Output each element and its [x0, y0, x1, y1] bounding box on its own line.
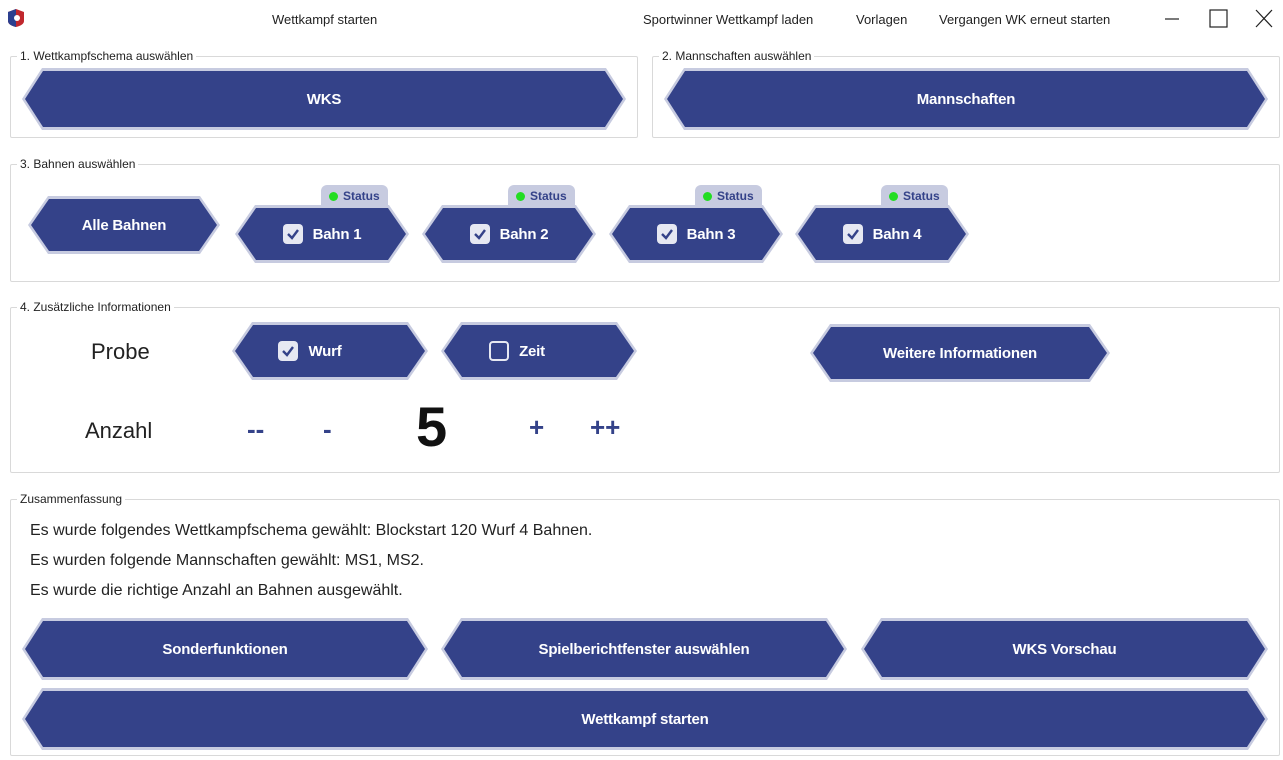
lane-4-label: Bahn 4	[872, 225, 922, 243]
checkbox-checked-icon	[843, 224, 863, 244]
lane-4-toggle[interactable]: Bahn 4	[795, 205, 969, 263]
checkbox-checked-icon	[283, 224, 303, 244]
status-dot-icon	[329, 191, 338, 201]
maximize-icon[interactable]	[1204, 6, 1232, 32]
lane-1-status: Status	[321, 185, 388, 207]
summary-line-teams: Es wurden folgende Mannschaften gewählt:…	[30, 552, 424, 569]
lane-2-toggle[interactable]: Bahn 2	[422, 205, 596, 263]
lane-1-toggle[interactable]: Bahn 1	[235, 205, 409, 263]
menu-sportwinner-load[interactable]: Sportwinner Wettkampf laden	[643, 12, 813, 27]
window-title: Wettkampf starten	[272, 12, 378, 27]
special-functions-label: Sonderfunktionen	[162, 640, 288, 658]
all-lanes-label: Alle Bahnen	[81, 216, 167, 234]
lane-2-status-label: Status	[530, 189, 567, 203]
group-summary-legend: Zusammenfassung	[17, 492, 126, 506]
special-functions-button[interactable]: Sonderfunktionen	[22, 618, 428, 680]
more-info-button[interactable]: Weitere Informationen	[810, 324, 1110, 382]
menu-restart-past[interactable]: Vergangen WK erneut starten	[939, 12, 1110, 27]
start-competition-label: Wettkampf starten	[581, 710, 709, 728]
lane-3-toggle[interactable]: Bahn 3	[609, 205, 783, 263]
summary-line-schema: Es wurde folgendes Wettkampfschema gewäh…	[30, 522, 593, 539]
lane-4-status-label: Status	[903, 189, 940, 203]
lane-1-status-label: Status	[343, 189, 380, 203]
increment-big-button[interactable]: ++	[590, 412, 620, 443]
all-lanes-button[interactable]: Alle Bahnen	[28, 196, 220, 254]
decrement-big-button[interactable]: --	[247, 414, 264, 445]
status-dot-icon	[889, 191, 898, 201]
wks-preview-label: WKS Vorschau	[1012, 640, 1117, 658]
lane-3-status-label: Status	[717, 189, 754, 203]
lane-2-status: Status	[508, 185, 575, 207]
checkbox-unchecked-icon	[489, 341, 509, 361]
lane-3-status: Status	[695, 185, 762, 207]
start-competition-button[interactable]: Wettkampf starten	[22, 688, 1268, 750]
title-bar: Wettkampf starten Sportwinner Wettkampf …	[0, 0, 1283, 38]
more-info-label: Weitere Informationen	[883, 344, 1037, 362]
wurf-toggle[interactable]: Wurf	[232, 322, 428, 380]
minimize-icon[interactable]	[1158, 6, 1186, 32]
wurf-label: Wurf	[308, 342, 342, 360]
decrement-button[interactable]: -	[323, 414, 332, 445]
wks-preview-button[interactable]: WKS Vorschau	[861, 618, 1268, 680]
count-value: 5	[416, 395, 448, 458]
menu-templates[interactable]: Vorlagen	[856, 12, 907, 27]
report-window-label: Spielberichtfenster auswählen	[538, 640, 750, 658]
status-dot-icon	[516, 191, 525, 201]
probe-label: Probe	[91, 339, 150, 364]
zeit-label: Zeit	[519, 342, 545, 360]
lane-1-label: Bahn 1	[312, 225, 362, 243]
group-lanes-legend: 3. Bahnen auswählen	[17, 157, 139, 171]
group-extra-legend: 4. Zusätzliche Informationen	[17, 300, 174, 314]
lane-3-label: Bahn 3	[686, 225, 736, 243]
status-dot-icon	[703, 191, 712, 201]
wks-button[interactable]: WKS	[22, 68, 626, 130]
teams-button[interactable]: Mannschaften	[664, 68, 1268, 130]
app-logo-icon	[8, 9, 24, 27]
group-teams-legend: 2. Mannschaften auswählen	[659, 49, 815, 63]
anzahl-label: Anzahl	[85, 418, 153, 443]
group-schema-legend: 1. Wettkampfschema auswählen	[17, 49, 197, 63]
zeit-toggle[interactable]: Zeit	[441, 322, 637, 380]
checkbox-checked-icon	[470, 224, 490, 244]
checkbox-checked-icon	[278, 341, 298, 361]
lane-2-label: Bahn 2	[499, 225, 549, 243]
teams-button-label: Mannschaften	[916, 90, 1016, 108]
summary-line-lanes: Es wurde die richtige Anzahl an Bahnen a…	[30, 582, 403, 599]
increment-button[interactable]: +	[529, 412, 544, 443]
checkbox-checked-icon	[657, 224, 677, 244]
close-icon[interactable]	[1250, 6, 1278, 32]
wks-button-label: WKS	[306, 90, 342, 108]
report-window-button[interactable]: Spielberichtfenster auswählen	[441, 618, 847, 680]
lane-4-status: Status	[881, 185, 948, 207]
